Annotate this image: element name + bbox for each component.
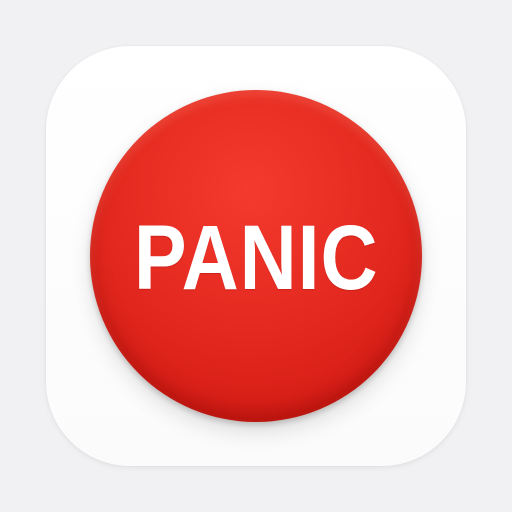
panic-button[interactable]: PANIC [90,90,422,422]
canvas: PANIC [0,0,512,512]
panic-button-label: PANIC [133,207,379,309]
